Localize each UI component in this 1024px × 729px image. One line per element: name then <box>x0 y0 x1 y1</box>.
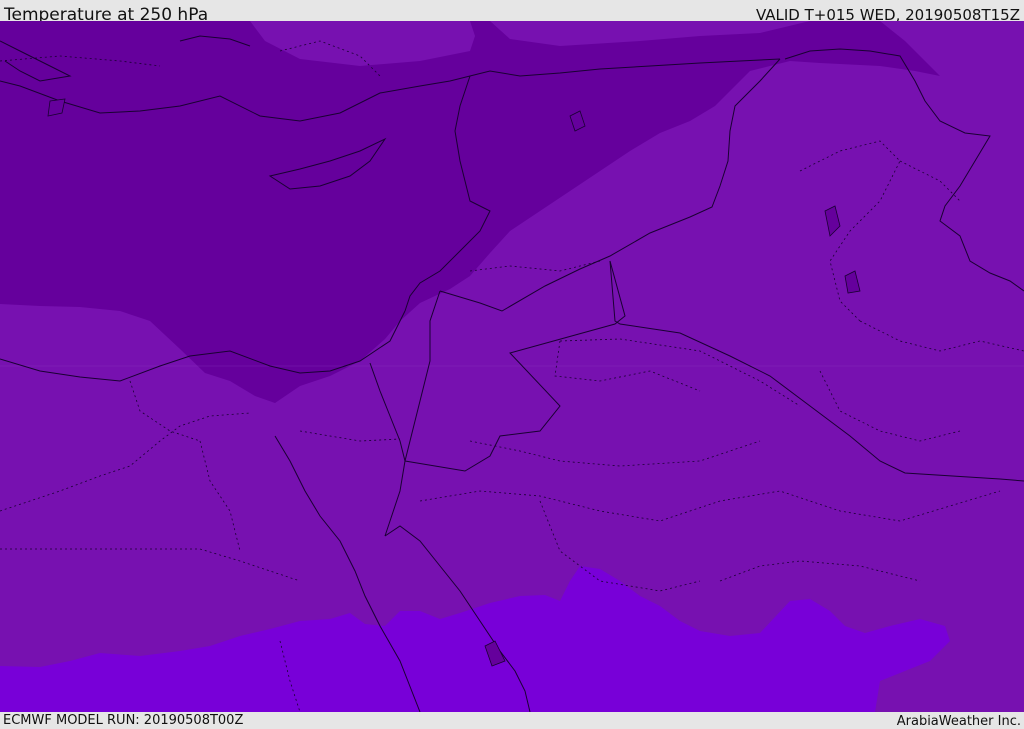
credit-label: ArabiaWeather Inc. <box>896 714 1021 729</box>
map-canvas <box>0 21 1024 712</box>
footer-bar: ECMWF MODEL RUN: 20190508T00Z ArabiaWeat… <box>0 712 1024 729</box>
forecast-map-page: Temperature at 250 hPa VALID T+015 WED, … <box>0 0 1024 729</box>
model-run-label: ECMWF MODEL RUN: 20190508T00Z <box>3 713 244 728</box>
temperature-map[interactable] <box>0 21 1024 712</box>
header-bar: Temperature at 250 hPa VALID T+015 WED, … <box>0 0 1024 25</box>
